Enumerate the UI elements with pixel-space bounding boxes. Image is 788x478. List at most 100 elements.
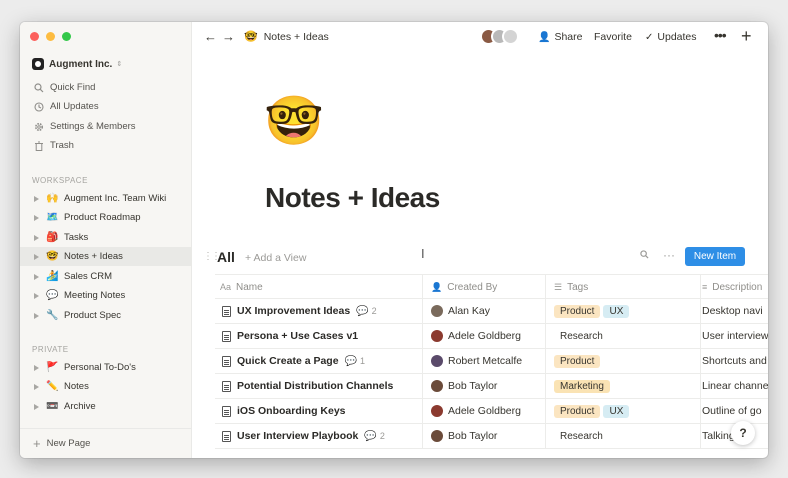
expand-caret-icon[interactable] <box>34 403 39 410</box>
table-row[interactable]: Potential Distribution Channels Bob Taylo… <box>215 374 768 399</box>
arrow-right-icon[interactable]: → <box>222 29 235 44</box>
sidebar-page-label: Augment Inc. Team Wiki <box>64 193 167 204</box>
workspace-switcher[interactable]: Augment Inc. ⇕ <box>32 58 122 70</box>
sidebar-page-personal-todos[interactable]: 🚩 Personal To-Do's <box>20 358 192 377</box>
name-cell[interactable]: Persona + Use Cases v1 <box>220 324 423 348</box>
tag-badge: Product <box>554 354 601 368</box>
page-emoji-icon: 💬 <box>46 289 59 301</box>
arrow-left-icon[interactable]: ← <box>204 29 217 44</box>
sidebar-page-tasks[interactable]: 🎒 Tasks <box>20 228 192 247</box>
expand-caret-icon[interactable] <box>34 292 39 299</box>
created-by-cell[interactable]: Bob Taylor <box>424 374 546 398</box>
avatar[interactable] <box>502 28 519 45</box>
table-row[interactable]: Quick Create a Page 💬 1 Robert Metcalfe Prod… <box>215 349 768 374</box>
column-header-tags[interactable]: ☰ Tags <box>547 275 701 299</box>
table-row[interactable]: UX Improvement Ideas 💬 2 Alan Kay Product UX D… <box>215 299 768 324</box>
description-cell[interactable]: Outline of go <box>702 399 768 423</box>
comment-count[interactable]: 💬 2 <box>364 431 384 442</box>
maximize-window-button[interactable] <box>62 32 71 41</box>
add-icon[interactable]: + <box>741 26 752 47</box>
tags-cell[interactable]: Product <box>547 349 701 373</box>
description-text: Outline of go <box>702 405 762 417</box>
text-property-icon: ≡ <box>702 282 708 292</box>
updates-button[interactable]: ✓ Updates <box>645 31 697 43</box>
sidebar-page-archive[interactable]: 📼 Archive <box>20 397 192 416</box>
sidebar-item-trash[interactable]: Trash <box>20 136 192 155</box>
created-by-cell[interactable]: Bob Taylor <box>424 424 546 448</box>
expand-caret-icon[interactable] <box>34 234 39 241</box>
tags-cell[interactable]: Research <box>547 424 701 448</box>
created-by-cell[interactable]: Adele Goldberg <box>424 399 546 423</box>
table-row[interactable]: iOS Onboarding Keys Adele Goldberg Product… <box>215 399 768 424</box>
expand-caret-icon[interactable] <box>34 214 39 221</box>
expand-caret-icon[interactable] <box>34 195 39 202</box>
more-options-icon[interactable]: ••• <box>714 27 727 43</box>
collaborator-avatars[interactable] <box>480 28 519 45</box>
created-by-cell[interactable]: Adele Goldberg <box>424 324 546 348</box>
new-page-button[interactable]: + New Page <box>20 428 192 458</box>
updates-label: Updates <box>657 31 697 43</box>
tags-cell[interactable]: Research <box>547 324 701 348</box>
name-cell[interactable]: User Interview Playbook 💬 2 <box>220 424 423 448</box>
sidebar-page-notes-ideas[interactable]: 🤓 Notes + Ideas <box>20 247 192 266</box>
page-emoji-icon: 🤓 <box>244 30 258 43</box>
share-button[interactable]: 👤 Share <box>538 31 582 43</box>
new-page-label: New Page <box>46 438 91 449</box>
sidebar-item-all-updates[interactable]: All Updates <box>20 97 192 116</box>
page-emoji-icon: 🏄 <box>46 270 59 282</box>
new-item-button[interactable]: New Item <box>685 247 745 266</box>
minimize-window-button[interactable] <box>46 32 55 41</box>
more-options-icon[interactable]: ··· <box>663 248 675 262</box>
sidebar-page-notes[interactable]: ✏️ Notes <box>20 377 192 396</box>
comment-count-value: 2 <box>379 431 385 441</box>
comment-count[interactable]: 💬 2 <box>356 306 376 317</box>
tags-cell[interactable]: Product UX <box>547 399 701 423</box>
comment-count[interactable]: 💬 1 <box>345 356 365 367</box>
add-view-button[interactable]: + Add a View <box>245 252 306 264</box>
column-header-created-by[interactable]: 👤 Created By <box>424 275 546 299</box>
name-cell[interactable]: Quick Create a Page 💬 1 <box>220 349 423 373</box>
tags-cell[interactable]: Marketing <box>547 374 701 398</box>
page-title[interactable]: Notes + Ideas <box>265 182 440 214</box>
expand-caret-icon[interactable] <box>34 364 39 371</box>
close-window-button[interactable] <box>30 32 39 41</box>
avatar <box>431 330 443 342</box>
database-toolbar: ⋮⋮ All + Add a View I ··· New Item <box>200 246 768 268</box>
description-cell[interactable]: Shortcuts and <box>702 349 768 373</box>
table-row[interactable]: User Interview Playbook 💬 2 Bob Taylor Resea… <box>215 424 768 449</box>
table-body: UX Improvement Ideas 💬 2 Alan Kay Product UX D… <box>215 299 768 449</box>
sidebar-item-quick-find[interactable]: Quick Find <box>20 78 192 97</box>
sidebar-page-team-wiki[interactable]: 🙌 Augment Inc. Team Wiki <box>20 189 192 208</box>
sidebar-page-product-spec[interactable]: 🔧 Product Spec <box>20 306 192 325</box>
name-cell[interactable]: UX Improvement Ideas 💬 2 <box>220 299 423 323</box>
expand-caret-icon[interactable] <box>34 253 39 260</box>
expand-caret-icon[interactable] <box>34 273 39 280</box>
created-by-cell[interactable]: Robert Metcalfe <box>424 349 546 373</box>
name-cell[interactable]: iOS Onboarding Keys <box>220 399 423 423</box>
tags-cell[interactable]: Product UX <box>547 299 701 323</box>
sidebar-page-product-roadmap[interactable]: 🗺️ Product Roadmap <box>20 208 192 227</box>
created-by-cell[interactable]: Alan Kay <box>424 299 546 323</box>
description-cell[interactable]: User interview <box>702 324 768 348</box>
name-cell[interactable]: Potential Distribution Channels <box>220 374 423 398</box>
tag-badge: Research <box>554 429 609 443</box>
page-icon[interactable]: 🤓 <box>264 98 324 146</box>
sidebar-page-meeting-notes[interactable]: 💬 Meeting Notes <box>20 286 192 305</box>
breadcrumb[interactable]: 🤓 Notes + Ideas <box>244 31 329 43</box>
sidebar-item-settings[interactable]: Settings & Members <box>20 117 192 136</box>
description-cell[interactable]: Linear channe <box>702 374 768 398</box>
favorite-button[interactable]: Favorite <box>594 31 632 43</box>
sidebar-page-sales-crm[interactable]: 🏄 Sales CRM <box>20 267 192 286</box>
expand-caret-icon[interactable] <box>34 312 39 319</box>
column-header-description[interactable]: ≡ Description <box>702 275 768 299</box>
description-cell[interactable]: Desktop navi <box>702 299 768 323</box>
table-row[interactable]: Persona + Use Cases v1 Adele Goldberg Rese… <box>215 324 768 349</box>
row-title: Persona + Use Cases v1 <box>237 330 359 342</box>
avatar <box>431 430 443 442</box>
column-header-name[interactable]: Aa Name <box>220 275 423 299</box>
help-button[interactable]: ? <box>731 421 755 445</box>
view-selector[interactable]: All <box>217 249 235 265</box>
expand-caret-icon[interactable] <box>34 383 39 390</box>
search-icon[interactable] <box>640 250 649 262</box>
multi-select-property-icon: ☰ <box>554 281 563 292</box>
